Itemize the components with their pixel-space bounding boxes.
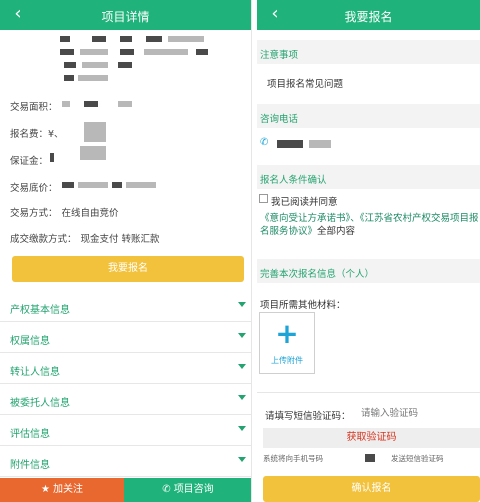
fee-label: 报名费： bbox=[10, 129, 49, 140]
page-title: 项目详情 bbox=[101, 10, 150, 24]
consult-button[interactable]: ✆ 项目咨询 bbox=[124, 478, 251, 502]
agreement-suffix: 全部内容 bbox=[317, 226, 356, 237]
redacted-deposit bbox=[50, 153, 54, 162]
area-label: 交易面积： bbox=[10, 102, 58, 113]
top-app-bar: ‹ 我要报名 bbox=[257, 0, 480, 30]
chevron-down-icon bbox=[238, 333, 246, 338]
redacted-fee bbox=[84, 122, 106, 142]
signup-screen: ‹ 我要报名 注意事项 项目报名常见问题 咨询电话 ✆ 报名人条件确认 我已阅读… bbox=[257, 0, 480, 502]
redacted-mobile bbox=[365, 454, 375, 462]
section-ownership[interactable]: 权属信息 bbox=[0, 322, 251, 353]
complete-section-header: 完善本次报名信息（个人） bbox=[257, 259, 480, 283]
consult-label: 项目咨询 bbox=[173, 484, 214, 495]
section-appraisal[interactable]: 评估信息 bbox=[0, 415, 251, 446]
section-label: 权属信息 bbox=[10, 336, 50, 347]
section-agent[interactable]: 被委托人信息 bbox=[0, 384, 251, 415]
project-detail-screen: ‹ 项目详情 交易面积： 报名费：¥、 保证金： 交易底价： 交易方式： 在线自… bbox=[0, 0, 252, 502]
payment-value: 现金支付 转账汇款 bbox=[80, 234, 160, 245]
upload-label: 上传附件 bbox=[271, 356, 303, 365]
upload-attachment-button[interactable]: + 上传附件 bbox=[259, 312, 315, 374]
agree-label: 我已阅读并同意 bbox=[271, 197, 338, 208]
complete-header: 完善本次报名信息（个人） bbox=[260, 269, 375, 280]
section-label: 转让人信息 bbox=[10, 367, 60, 378]
phone-header: 咨询电话 bbox=[260, 114, 299, 125]
sms-label: 请填写短信验证码： bbox=[265, 411, 351, 422]
section-label: 附件信息 bbox=[10, 460, 50, 471]
faq-link[interactable]: 项目报名常见问题 bbox=[267, 76, 343, 90]
top-app-bar: ‹ 项目详情 bbox=[0, 0, 251, 30]
floor-price-label: 交易底价： bbox=[10, 183, 58, 194]
redacted-phone-number bbox=[277, 140, 303, 148]
payment-label: 成交缴款方式： bbox=[10, 234, 77, 245]
send-note-prefix: 系统将向手机号码 bbox=[263, 454, 323, 463]
notice-header: 注意事项 bbox=[260, 50, 299, 61]
phone-icon: ✆ bbox=[260, 137, 269, 148]
notice-section-header: 注意事项 bbox=[257, 40, 480, 64]
signup-button[interactable]: 我要报名 bbox=[12, 256, 244, 282]
chevron-down-icon bbox=[238, 364, 246, 369]
section-label: 产权基本信息 bbox=[10, 305, 70, 316]
star-icon: ★ bbox=[41, 484, 50, 495]
page-title: 我要报名 bbox=[344, 10, 393, 24]
method-label: 交易方式： bbox=[10, 208, 58, 219]
method-value: 在线自由竞价 bbox=[61, 208, 119, 219]
plus-icon: + bbox=[275, 317, 299, 350]
redacted-floor-price bbox=[62, 182, 74, 188]
section-label: 评估信息 bbox=[10, 429, 50, 440]
method-row: 交易方式： 在线自由竞价 bbox=[10, 205, 119, 219]
confirm-header: 报名人条件确认 bbox=[260, 175, 327, 186]
fee-row: 报名费：¥、 bbox=[10, 126, 64, 140]
redacted-area bbox=[62, 101, 70, 107]
follow-label: 加关注 bbox=[52, 484, 83, 495]
chevron-down-icon bbox=[238, 426, 246, 431]
send-note-suffix: 发送短信验证码 bbox=[391, 454, 444, 463]
section-property-basic[interactable]: 产权基本信息 bbox=[0, 291, 251, 322]
phone-icon: ✆ bbox=[162, 484, 171, 495]
divider bbox=[257, 392, 480, 393]
payment-row: 成交缴款方式： 现金支付 转账汇款 bbox=[10, 231, 160, 245]
deposit-row: 保证金： bbox=[10, 153, 48, 167]
area-row: 交易面积： bbox=[10, 99, 58, 113]
floor-price-row: 交易底价： bbox=[10, 180, 58, 194]
materials-label: 项目所需其他材料： bbox=[260, 300, 346, 311]
agreement-link[interactable]: 《意向受让方承诺书》、《江苏省农村产权交易项目报名服务协议》 bbox=[260, 213, 479, 237]
agreement-text: 《意向受让方承诺书》、《江苏省农村产权交易项目报名服务协议》全部内容 bbox=[260, 212, 480, 238]
fee-value: ¥、 bbox=[48, 129, 64, 140]
confirm-signup-button[interactable]: 确认报名 bbox=[263, 476, 480, 502]
section-label: 被委托人信息 bbox=[10, 398, 70, 409]
follow-button[interactable]: ★ 加关注 bbox=[0, 478, 124, 502]
chevron-down-icon bbox=[238, 457, 246, 462]
section-transferor[interactable]: 转让人信息 bbox=[0, 353, 251, 384]
get-code-button[interactable]: 获取验证码 bbox=[263, 428, 480, 448]
agree-checkbox[interactable] bbox=[259, 194, 268, 203]
phone-section-header: 咨询电话 bbox=[257, 104, 480, 128]
section-attachments[interactable]: 附件信息 bbox=[0, 446, 251, 477]
chevron-down-icon bbox=[238, 395, 246, 400]
sms-code-input[interactable] bbox=[361, 404, 471, 422]
chevron-down-icon bbox=[238, 302, 246, 307]
deposit-label: 保证金： bbox=[10, 156, 49, 167]
confirm-section-header: 报名人条件确认 bbox=[257, 165, 480, 189]
